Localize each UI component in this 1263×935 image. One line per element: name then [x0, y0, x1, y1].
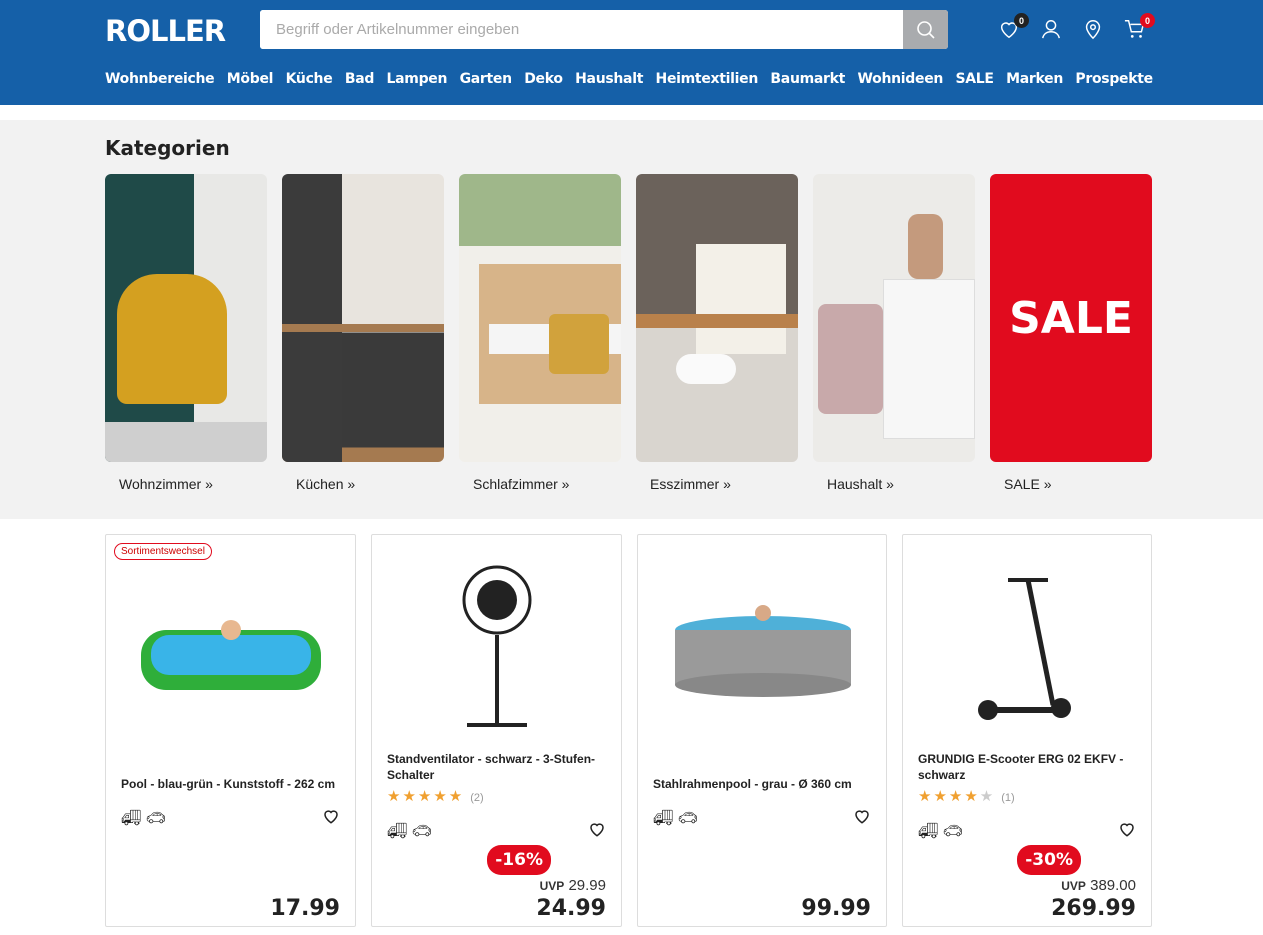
- product-image: [126, 550, 336, 750]
- wishlist-heart-button[interactable]: [853, 807, 871, 830]
- product-price: 99.99: [801, 896, 871, 921]
- category-haushalt[interactable]: Haushalt »: [813, 174, 975, 492]
- nav-item[interactable]: SALE: [955, 71, 994, 87]
- rating-stars: ★★★★★ (2): [387, 788, 484, 805]
- category-label[interactable]: Wohnzimmer »: [119, 476, 267, 492]
- category-image: [813, 174, 975, 462]
- product-name[interactable]: GRUNDIG E-Scooter ERG 02 EKFV - schwarz: [918, 751, 1138, 783]
- nav-item[interactable]: Lampen: [387, 71, 448, 87]
- sale-tile: SALE: [990, 174, 1152, 462]
- category-label[interactable]: Esszimmer »: [650, 476, 798, 492]
- account-button[interactable]: [1040, 18, 1062, 40]
- category-image: [282, 174, 444, 462]
- review-count[interactable]: (2): [470, 792, 483, 804]
- nav-item[interactable]: Haushalt: [575, 71, 643, 87]
- product-card[interactable]: Standventilator - schwarz - 3-Stufen-Sch…: [371, 534, 622, 927]
- nav-item[interactable]: Baumarkt: [770, 71, 845, 87]
- product-name[interactable]: Pool - blau-grün - Kunststoff - 262 cm: [121, 776, 341, 792]
- main-nav: Wohnbereiche Möbel Küche Bad Lampen Gart…: [105, 71, 1153, 87]
- heart-icon: [1120, 823, 1134, 837]
- nav-item[interactable]: Heimtextilien: [656, 71, 759, 87]
- car-icon: 🚗︎: [145, 810, 166, 827]
- product-name[interactable]: Standventilator - schwarz - 3-Stufen-Sch…: [387, 751, 607, 783]
- truck-icon: 🚚︎: [121, 810, 142, 827]
- category-label[interactable]: Haushalt »: [827, 476, 975, 492]
- category-sale[interactable]: SALE SALE »: [990, 174, 1152, 492]
- category-image: [459, 174, 621, 462]
- cart-count-badge: 0: [1140, 13, 1155, 28]
- search-bar: [260, 10, 948, 49]
- nav-item[interactable]: Bad: [345, 71, 375, 87]
- review-count[interactable]: (1): [1001, 792, 1014, 804]
- product-price: 269.99: [1051, 896, 1136, 921]
- cart-button[interactable]: 0: [1124, 13, 1155, 40]
- category-label[interactable]: Küchen »: [296, 476, 444, 492]
- user-icon: [1042, 20, 1060, 39]
- product-card[interactable]: Sortimentswechsel Pool - blau-grün - Kun…: [105, 534, 356, 927]
- wishlist-heart-button[interactable]: [1118, 820, 1136, 843]
- truck-icon: 🚚︎: [387, 823, 408, 840]
- discount-badge: -30%: [1017, 845, 1081, 875]
- delivery-options: 🚚︎ 🚗︎: [387, 821, 432, 841]
- car-icon: 🚗︎: [677, 810, 698, 827]
- car-icon: 🚗︎: [942, 823, 963, 840]
- nav-item[interactable]: Prospekte: [1075, 71, 1153, 87]
- nav-item[interactable]: Wohnbereiche: [105, 71, 215, 87]
- search-input[interactable]: [260, 10, 900, 49]
- nav-item[interactable]: Deko: [524, 71, 563, 87]
- search-button[interactable]: [903, 10, 948, 49]
- location-pin-icon: [1085, 20, 1101, 40]
- delivery-options: 🚚︎ 🚗︎: [121, 808, 166, 828]
- heart-icon: [590, 823, 604, 837]
- truck-icon: 🚚︎: [918, 823, 939, 840]
- store-locator-button[interactable]: [1082, 18, 1104, 40]
- nav-item[interactable]: Marken: [1006, 71, 1063, 87]
- wishlist-heart-button[interactable]: [322, 807, 340, 830]
- heart-icon: [324, 810, 338, 824]
- category-esszimmer[interactable]: Esszimmer »: [636, 174, 798, 492]
- product-card[interactable]: Stahlrahmenpool - grau - Ø 360 cm 🚚︎ 🚗︎ 9…: [637, 534, 887, 927]
- product-price: 24.99: [536, 896, 606, 921]
- category-label[interactable]: Schlafzimmer »: [473, 476, 621, 492]
- uvp-price: UVP 389.00: [1061, 877, 1136, 894]
- category-image: [636, 174, 798, 462]
- roller-logo[interactable]: ROLLER: [105, 14, 226, 48]
- header: ROLLER 0 0 Wohnbereiche Möbel Küche Bad …: [0, 0, 1263, 105]
- wishlist-count-badge: 0: [1014, 13, 1029, 28]
- delivery-options: 🚚︎ 🚗︎: [653, 808, 698, 828]
- categories-title: Kategorien: [105, 136, 230, 160]
- discount-badge: -16%: [487, 845, 551, 875]
- car-icon: 🚗︎: [411, 823, 432, 840]
- product-price: 17.99: [270, 896, 340, 921]
- heart-icon: [855, 810, 869, 824]
- category-wohnzimmer[interactable]: Wohnzimmer »: [105, 174, 267, 492]
- nav-item[interactable]: Möbel: [227, 71, 274, 87]
- truck-icon: 🚚︎: [653, 810, 674, 827]
- uvp-price: UVP 29.99: [539, 877, 606, 894]
- product-image: [392, 550, 602, 750]
- rating-stars: ★★★★★ (1): [918, 788, 1015, 805]
- category-kuechen[interactable]: Küchen »: [282, 174, 444, 492]
- wishlist-button[interactable]: 0: [998, 13, 1029, 40]
- product-image: [658, 550, 868, 750]
- delivery-options: 🚚︎ 🚗︎: [918, 821, 963, 841]
- category-image: [105, 174, 267, 462]
- nav-item[interactable]: Wohnideen: [857, 71, 943, 87]
- category-schlafzimmer[interactable]: Schlafzimmer »: [459, 174, 621, 492]
- category-label[interactable]: SALE »: [1004, 476, 1152, 492]
- product-card[interactable]: GRUNDIG E-Scooter ERG 02 EKFV - schwarz …: [902, 534, 1152, 927]
- nav-item[interactable]: Küche: [286, 71, 333, 87]
- product-name[interactable]: Stahlrahmenpool - grau - Ø 360 cm: [653, 776, 873, 792]
- nav-item[interactable]: Garten: [460, 71, 513, 87]
- product-image: [923, 550, 1133, 750]
- wishlist-heart-button[interactable]: [588, 820, 606, 843]
- search-icon: [916, 20, 935, 39]
